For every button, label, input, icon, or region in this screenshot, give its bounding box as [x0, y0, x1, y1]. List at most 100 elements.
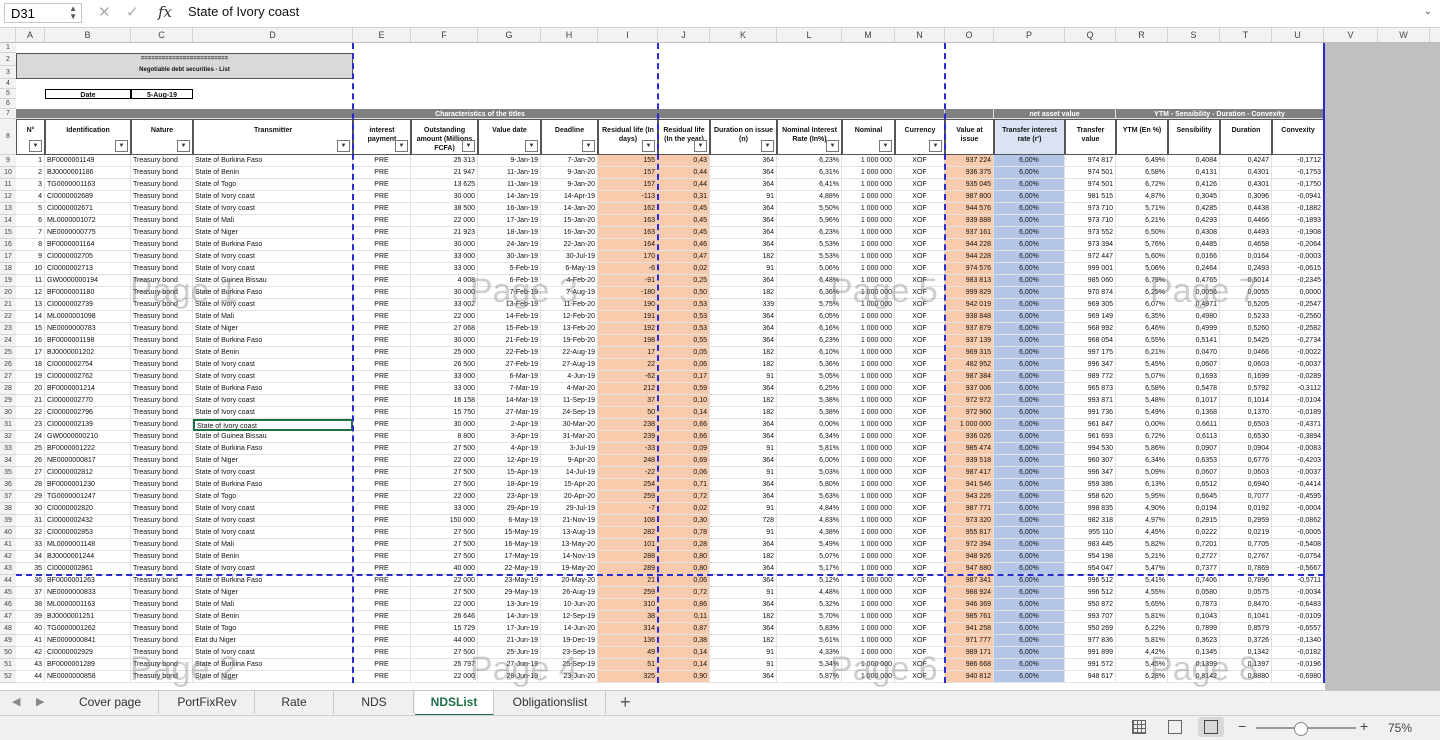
table-cell[interactable]: 0,1017 [1168, 395, 1220, 407]
row-header[interactable]: 3 [0, 66, 16, 79]
table-cell[interactable]: PRE [353, 251, 411, 263]
table-cell[interactable]: 22 000 [411, 599, 478, 611]
formula-input[interactable]: State of Ivory coast [188, 4, 299, 19]
table-cell[interactable]: 182 [710, 611, 777, 623]
row-header[interactable]: 45 [0, 587, 16, 599]
table-cell[interactable]: 6,50% [1116, 227, 1168, 239]
table-cell[interactable]: 0,86 [658, 599, 710, 611]
column-header[interactable]: J [658, 28, 710, 42]
table-cell[interactable]: Treasury bond [131, 647, 193, 659]
table-cell[interactable]: 946 369 [945, 599, 994, 611]
table-cell[interactable]: PRE [353, 623, 411, 635]
table-cell[interactable]: XOF [895, 203, 945, 215]
table-cell[interactable]: 6,00% [994, 467, 1065, 479]
table-cell[interactable]: BF0000001214 [45, 383, 131, 395]
table-cell[interactable]: 1 000 000 [842, 575, 895, 587]
table-cell[interactable]: PRE [353, 587, 411, 599]
table-cell[interactable]: 15-Apr-19 [478, 467, 541, 479]
table-cell[interactable]: 6,58% [1116, 167, 1168, 179]
table-cell[interactable]: 3-Jul-19 [541, 443, 598, 455]
table-cell[interactable]: 4,83% [777, 515, 842, 527]
table-cell[interactable]: PRE [353, 239, 411, 251]
table-cell[interactable]: 9-Jan-19 [478, 155, 541, 167]
table-cell[interactable]: 1 000 000 [842, 503, 895, 515]
table-cell[interactable]: 0,05 [658, 347, 710, 359]
table-cell[interactable]: 5,38% [777, 395, 842, 407]
column-header[interactable]: K [710, 28, 777, 42]
table-cell[interactable]: 28 [16, 479, 45, 491]
table-cell[interactable]: 101 [598, 539, 658, 551]
table-cell[interactable]: 6,00% [994, 587, 1065, 599]
table-cell[interactable]: 364 [710, 335, 777, 347]
table-cell[interactable]: 19-Feb-20 [541, 335, 598, 347]
table-cell[interactable]: PRE [353, 299, 411, 311]
table-cell[interactable]: CI0000002853 [45, 527, 131, 539]
table-cell[interactable]: State of Benin [193, 611, 353, 623]
table-cell[interactable]: 969 305 [1065, 299, 1116, 311]
row-header[interactable]: 5 [0, 89, 16, 99]
table-cell[interactable]: PRE [353, 479, 411, 491]
table-cell[interactable]: 0,44 [658, 179, 710, 191]
table-cell[interactable]: 364 [710, 491, 777, 503]
table-cell[interactable]: -0,1712 [1272, 155, 1324, 167]
table-cell[interactable]: 0,0603 [1220, 359, 1272, 371]
table-cell[interactable]: 991 572 [1065, 659, 1116, 671]
table-cell[interactable]: 943 226 [945, 491, 994, 503]
table-cell[interactable]: 4-Feb-20 [541, 275, 598, 287]
table-cell[interactable]: 259 [598, 491, 658, 503]
table-cell[interactable]: 5,03% [777, 467, 842, 479]
table-cell[interactable]: 996 512 [1065, 587, 1116, 599]
table-column-header[interactable]: Transfer value [1065, 119, 1116, 155]
table-cell[interactable]: State of Burkina Faso [193, 335, 353, 347]
table-cell[interactable]: State of Ivory coast [193, 515, 353, 527]
table-cell[interactable]: -0,2582 [1272, 323, 1324, 335]
table-cell[interactable]: 14-Feb-19 [478, 311, 541, 323]
function-icon[interactable]: fx [158, 3, 172, 21]
filter-dropdown-icon[interactable]: ▼ [177, 140, 190, 152]
table-cell[interactable]: 12-Sep-19 [541, 611, 598, 623]
table-cell[interactable]: State of Burkina Faso [193, 479, 353, 491]
table-cell[interactable]: XOF [895, 503, 945, 515]
column-header[interactable]: Q [1065, 28, 1116, 42]
table-cell[interactable]: 0,90 [658, 671, 710, 683]
table-cell[interactable]: 212 [598, 383, 658, 395]
table-cell[interactable]: 1 000 000 [842, 479, 895, 491]
table-cell[interactable]: 987 800 [945, 191, 994, 203]
table-column-header[interactable]: Nominal Interest Rate (In%) ▼ [777, 119, 842, 155]
table-cell[interactable]: 0,50 [658, 287, 710, 299]
table-cell[interactable]: 0,2767 [1220, 551, 1272, 563]
table-cell[interactable]: -0,2547 [1272, 299, 1324, 311]
table-cell[interactable]: 948 617 [1065, 671, 1116, 683]
table-cell[interactable]: 15-Jan-20 [541, 215, 598, 227]
table-cell[interactable]: XOF [895, 599, 945, 611]
row-header[interactable]: 14 [0, 215, 16, 227]
table-cell[interactable]: 0,6503 [1220, 419, 1272, 431]
table-cell[interactable]: 30 [16, 503, 45, 515]
table-cell[interactable]: 27 068 [411, 323, 478, 335]
table-cell[interactable]: 6,07% [1116, 299, 1168, 311]
table-cell[interactable]: 2 [16, 167, 45, 179]
table-column-header[interactable]: Identification ▼ [45, 119, 131, 155]
row-header[interactable]: 30 [0, 407, 16, 419]
table-cell[interactable]: 5 [16, 203, 45, 215]
table-cell[interactable]: 282 [598, 527, 658, 539]
table-cell[interactable]: 0,45 [658, 227, 710, 239]
table-cell[interactable]: 1 000 000 [842, 239, 895, 251]
table-cell[interactable]: 0,17 [658, 371, 710, 383]
table-cell[interactable]: 38 [598, 611, 658, 623]
table-cell[interactable]: -0,3894 [1272, 431, 1324, 443]
table-cell[interactable]: 999 001 [1065, 263, 1116, 275]
row-header[interactable]: 16 [0, 239, 16, 251]
table-cell[interactable]: State of Ivory coast [193, 371, 353, 383]
table-cell[interactable]: Treasury bond [131, 287, 193, 299]
table-cell[interactable]: 4,45% [1116, 527, 1168, 539]
table-cell[interactable]: 364 [710, 311, 777, 323]
table-cell[interactable]: BF0000001180 [45, 287, 131, 299]
table-cell[interactable]: XOF [895, 647, 945, 659]
table-cell[interactable]: Treasury bond [131, 479, 193, 491]
table-cell[interactable]: 6,00% [994, 647, 1065, 659]
column-header[interactable]: S [1168, 28, 1220, 42]
table-cell[interactable]: 364 [710, 479, 777, 491]
table-cell[interactable]: Treasury bond [131, 299, 193, 311]
table-cell[interactable]: 0,3623 [1168, 635, 1220, 647]
